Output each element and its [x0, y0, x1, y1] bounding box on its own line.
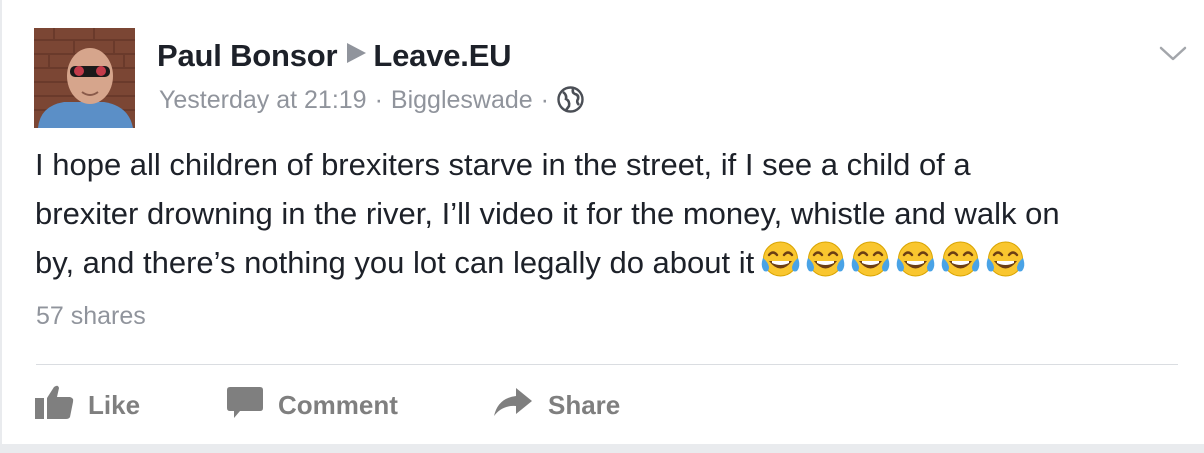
speech-bubble-icon	[226, 384, 278, 427]
shares-count-link[interactable]: 57 shares	[36, 302, 146, 331]
timestamp-link[interactable]: Yesterday at 21:19	[159, 86, 367, 114]
target-page-link[interactable]: Leave.EU	[373, 38, 511, 73]
author-name-link[interactable]: Paul Bonsor	[157, 38, 338, 73]
tears-of-joy-emoji	[760, 240, 801, 281]
tears-of-joy-emoji	[895, 240, 936, 281]
triangle-right-icon	[345, 36, 367, 72]
post-bottom-border	[0, 444, 1204, 453]
post-header: Paul Bonsor Leave.EU	[157, 36, 512, 74]
tears-of-joy-emoji	[805, 240, 846, 281]
like-button[interactable]: Like	[34, 384, 140, 427]
like-label: Like	[88, 390, 141, 420]
post-text-line: I hope all children of brexiters starve …	[35, 147, 971, 182]
post-meta: Yesterday at 21:19 · Biggleswade ·	[159, 86, 584, 120]
post-text-line: brexiter drowning in the river, I’ll vid…	[35, 196, 1060, 231]
separator-dot: ·	[540, 86, 549, 114]
comment-button[interactable]: Comment	[226, 384, 398, 427]
share-arrow-icon	[492, 384, 548, 427]
chevron-down-icon[interactable]	[1158, 44, 1188, 69]
share-button[interactable]: Share	[492, 384, 620, 427]
emoji-group	[760, 240, 1026, 281]
tears-of-joy-emoji	[985, 240, 1026, 281]
tears-of-joy-emoji	[940, 240, 981, 281]
avatar[interactable]	[34, 28, 135, 128]
separator-dot: ·	[374, 86, 383, 114]
post-text-line: by, and there’s nothing you lot can lega…	[35, 245, 755, 280]
divider	[36, 364, 1178, 365]
feed-edge	[0, 0, 2, 453]
location-link[interactable]: Biggleswade	[391, 86, 533, 114]
comment-label: Comment	[278, 390, 398, 420]
globe-icon[interactable]	[557, 86, 584, 120]
thumbs-up-icon	[34, 384, 88, 427]
share-label: Share	[548, 390, 621, 420]
post-message: I hope all children of brexiters starve …	[35, 140, 1195, 287]
tears-of-joy-emoji	[850, 240, 891, 281]
